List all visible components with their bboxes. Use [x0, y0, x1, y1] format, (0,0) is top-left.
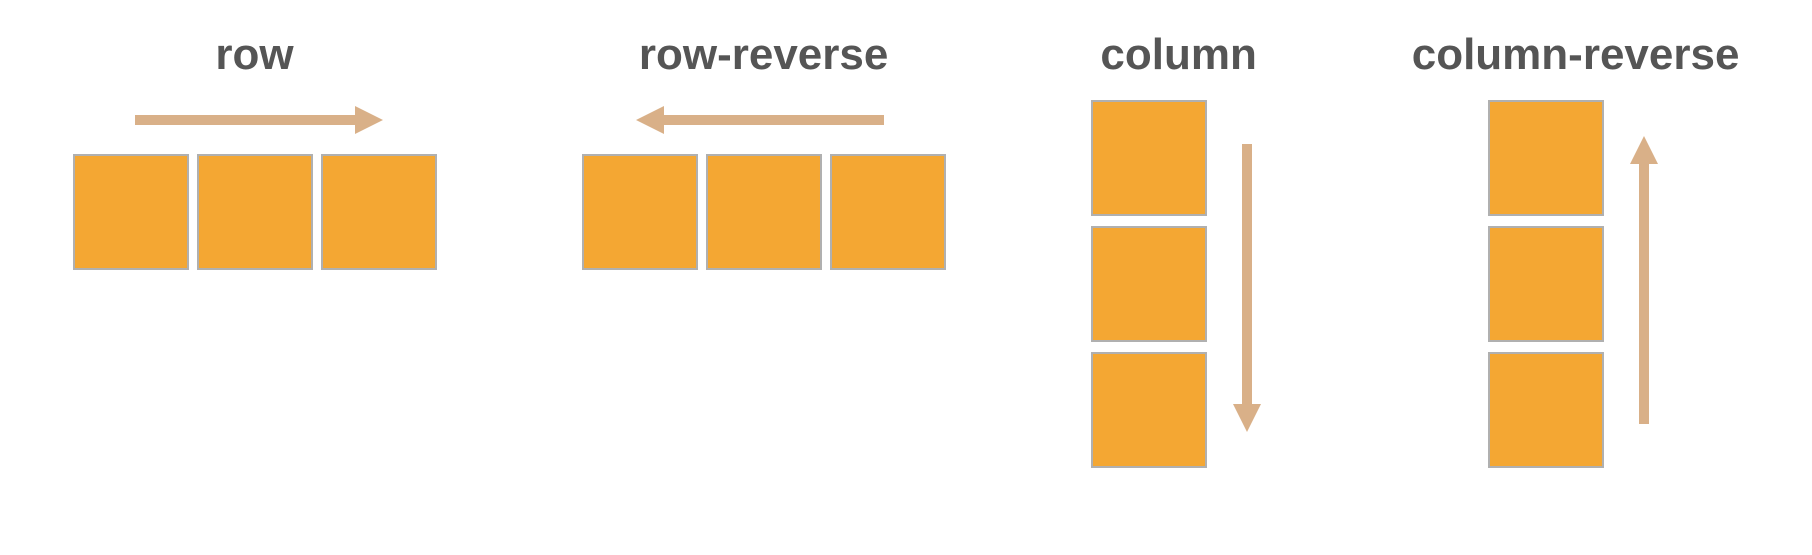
panel-row-boxes: [73, 154, 437, 270]
panel-column-reverse-boxes: [1488, 100, 1604, 468]
flex-item-box: [1488, 100, 1604, 216]
arrow-down-icon: [1227, 134, 1267, 434]
flex-item-box: [1091, 100, 1207, 216]
panel-column-reverse: column-reverse: [1412, 30, 1740, 468]
panel-column-title: column: [1100, 30, 1256, 80]
panel-column-boxes: [1091, 100, 1207, 468]
panel-column-content: [1091, 100, 1267, 468]
flex-item-box: [706, 154, 822, 270]
flex-item-box: [1488, 226, 1604, 342]
flex-item-box: [582, 154, 698, 270]
panel-row-reverse-title: row-reverse: [639, 30, 888, 80]
panel-row-content: [73, 100, 437, 270]
flex-item-box: [1091, 352, 1207, 468]
panel-column: column: [1091, 30, 1267, 468]
flex-item-box: [321, 154, 437, 270]
flex-item-box: [73, 154, 189, 270]
flex-item-box: [197, 154, 313, 270]
panel-row-reverse: row-reverse: [582, 30, 946, 270]
arrow-right-icon: [125, 100, 385, 140]
panel-column-reverse-content: [1488, 100, 1664, 468]
panel-row-reverse-content: [582, 100, 946, 270]
panel-row-title: row: [215, 30, 293, 80]
panel-row-reverse-boxes: [582, 154, 946, 270]
arrow-up-icon: [1624, 134, 1664, 434]
panel-row: row: [73, 30, 437, 270]
panel-column-reverse-title: column-reverse: [1412, 30, 1740, 80]
flex-item-box: [1091, 226, 1207, 342]
flex-direction-diagram: row row-reverse: [0, 0, 1812, 555]
flex-item-box: [830, 154, 946, 270]
flex-item-box: [1488, 352, 1604, 468]
arrow-left-icon: [634, 100, 894, 140]
